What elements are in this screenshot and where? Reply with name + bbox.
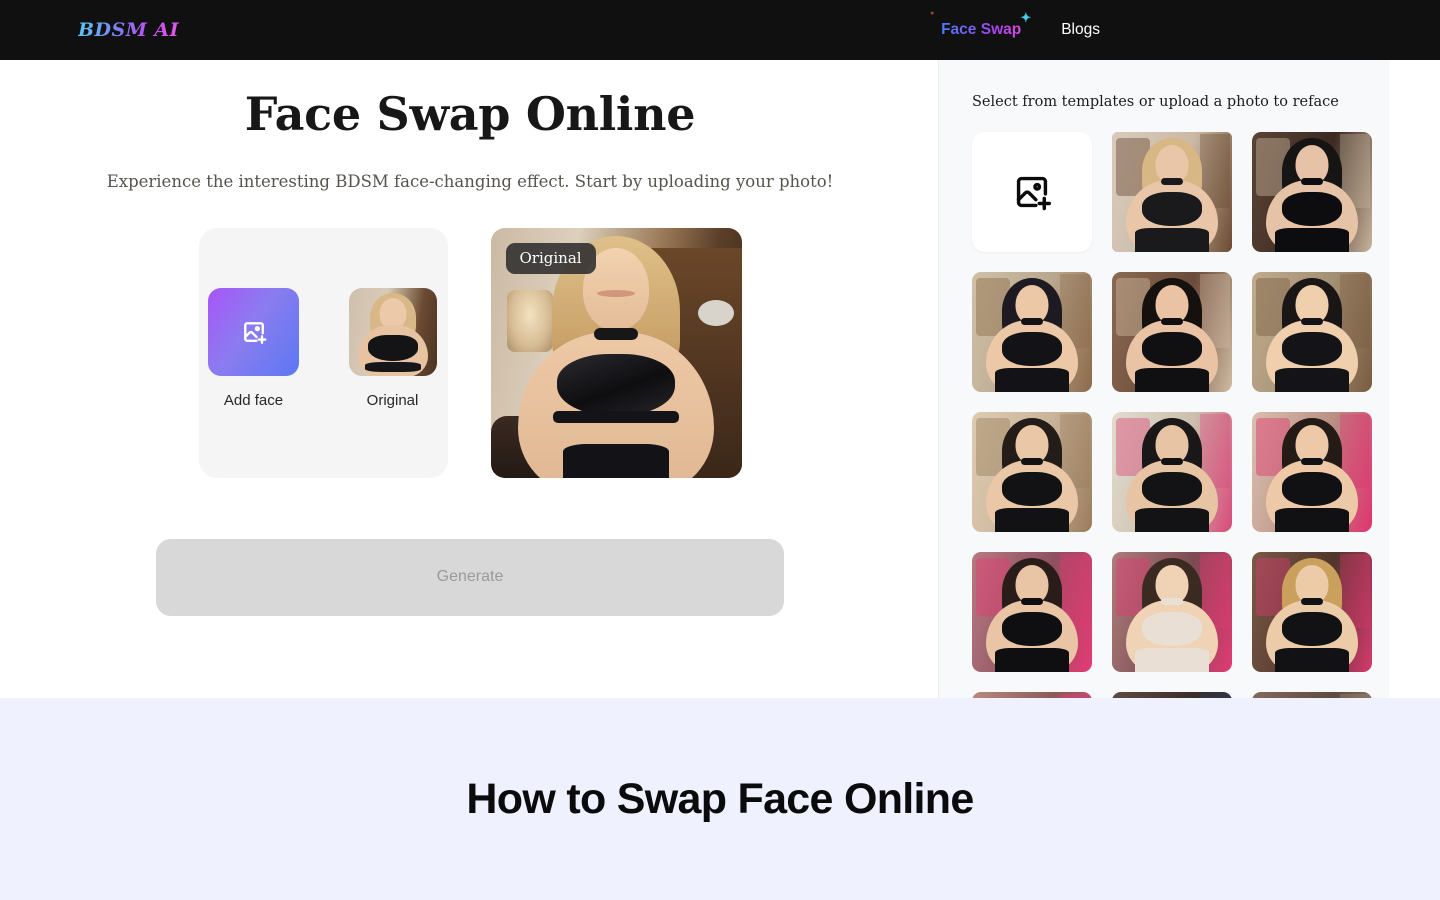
templates-grid bbox=[972, 132, 1389, 698]
template-photo bbox=[1112, 692, 1232, 698]
template-photo bbox=[1252, 272, 1372, 392]
template-1[interactable] bbox=[1112, 132, 1232, 252]
thumbnail-photo bbox=[348, 288, 437, 376]
nav-item-blogs[interactable]: Blogs bbox=[1061, 21, 1100, 39]
primary-nav: ● Face Swap ✦ Blogs bbox=[930, 10, 1400, 39]
template-photo bbox=[1252, 132, 1372, 252]
main-stage: Face Swap Online Experience the interest… bbox=[0, 60, 1440, 698]
generate-button[interactable]: Generate bbox=[156, 538, 784, 616]
template-3[interactable] bbox=[972, 272, 1092, 392]
dot-icon: ● bbox=[930, 10, 935, 17]
original-badge: Original bbox=[505, 242, 596, 274]
page-title: Face Swap Online bbox=[244, 87, 696, 141]
templates-panel-title: Select from templates or upload a photo … bbox=[972, 94, 1339, 110]
upload-photo-tile[interactable] bbox=[972, 132, 1092, 252]
templates-panel: Select from templates or upload a photo … bbox=[938, 60, 1389, 698]
template-photo bbox=[1112, 412, 1232, 532]
page-subtitle: Experience the interesting BDSM face-cha… bbox=[106, 171, 834, 191]
template-photo bbox=[972, 552, 1092, 672]
template-photo bbox=[1252, 692, 1372, 698]
template-2[interactable] bbox=[1252, 132, 1372, 252]
template-photo bbox=[1252, 412, 1372, 532]
template-4[interactable] bbox=[1112, 272, 1232, 392]
template-10[interactable] bbox=[1112, 552, 1232, 672]
template-6[interactable] bbox=[972, 412, 1092, 532]
template-5[interactable] bbox=[1252, 272, 1372, 392]
template-12[interactable] bbox=[972, 692, 1092, 698]
template-photo bbox=[972, 412, 1092, 532]
template-photo bbox=[1112, 132, 1232, 252]
face-selector-card: Add face Original bbox=[198, 227, 448, 478]
template-photo bbox=[1112, 552, 1232, 672]
template-11[interactable] bbox=[1252, 552, 1372, 672]
template-14[interactable] bbox=[1252, 692, 1372, 698]
template-8[interactable] bbox=[1252, 412, 1372, 532]
editor-row: Add face Original Original bbox=[0, 227, 940, 478]
original-face-label: Original bbox=[366, 392, 419, 409]
how-to-title: How to Swap Face Online bbox=[466, 774, 974, 823]
template-7[interactable] bbox=[1112, 412, 1232, 532]
hero-section: Face Swap Online Experience the interest… bbox=[0, 60, 940, 616]
preview-image[interactable]: Original bbox=[490, 227, 742, 478]
nav-item-face-swap[interactable]: ● Face Swap ✦ bbox=[930, 10, 1031, 39]
add-face-button[interactable] bbox=[208, 288, 299, 376]
template-photo bbox=[1112, 272, 1232, 392]
add-face-slot: Add face bbox=[208, 288, 299, 409]
template-photo bbox=[972, 272, 1092, 392]
add-face-label: Add face bbox=[223, 392, 284, 409]
brand-logo[interactable]: BDSM AI bbox=[78, 19, 179, 41]
nav-item-face-swap-label: Face Swap bbox=[941, 21, 1022, 38]
template-photo bbox=[1252, 552, 1372, 672]
image-plus-icon bbox=[243, 322, 266, 344]
template-9[interactable] bbox=[972, 552, 1092, 672]
template-13[interactable] bbox=[1112, 692, 1232, 698]
top-navbar: BDSM AI ● Face Swap ✦ Blogs bbox=[0, 0, 1440, 60]
image-plus-icon bbox=[1016, 176, 1051, 211]
sparkle-icon: ✦ bbox=[1020, 10, 1032, 25]
original-face-slot: Original bbox=[347, 288, 438, 409]
template-photo bbox=[972, 692, 1092, 698]
original-face-thumbnail[interactable] bbox=[348, 288, 437, 376]
how-to-section: How to Swap Face Online bbox=[0, 698, 1440, 900]
